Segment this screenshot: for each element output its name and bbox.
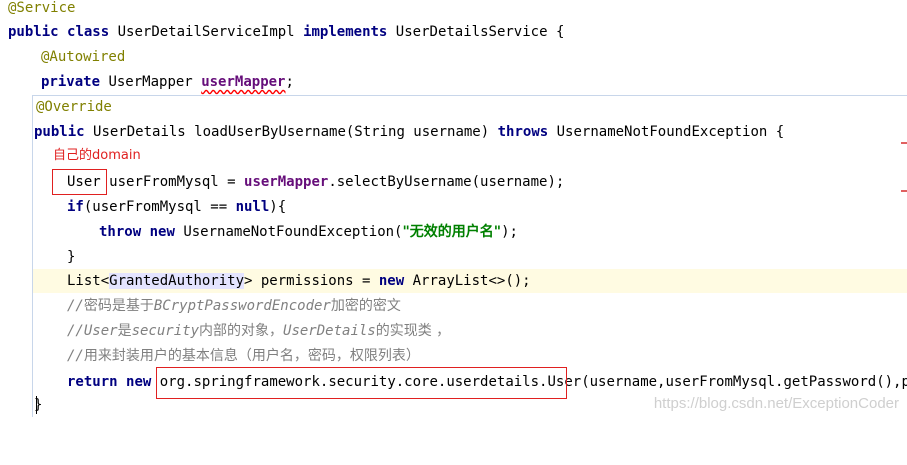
open-brace: { — [555, 24, 565, 40]
code-line-11: } — [0, 245, 907, 269]
watermark: https://blog.csdn.net/ExceptionCoder — [653, 395, 899, 412]
method-signature: UserDetails loadUserByUsername(String us… — [93, 124, 490, 140]
text-caret — [36, 396, 37, 414]
comment-line: //密码是基于BCryptPasswordEncoder加密的密文 — [67, 298, 401, 314]
type-granted-authority: GrantedAuthority — [109, 273, 245, 289]
keyword-new: new — [149, 224, 175, 240]
code-line-6: public UserDetails loadUserByUsername(St… — [0, 120, 907, 144]
error-stripe-marker[interactable] — [901, 142, 907, 144]
keyword-class: class — [67, 24, 110, 40]
field-type: UserMapper — [108, 74, 193, 90]
interface-name: UserDetailsService — [395, 24, 548, 40]
code-line-9: if(userFromMysql == null){ — [67, 199, 287, 215]
code-line-15: //用来封装用户的基本信息（用户名，密码，权限列表） — [0, 344, 907, 368]
code-line-2: public class UserDetailServiceImpl imple… — [0, 20, 907, 44]
code-line-14: //User是security内部的对象，UserDetails的实现类 ， — [0, 319, 907, 343]
keyword-implements: implements — [303, 24, 388, 40]
field-user-mapper: userMapper — [201, 74, 286, 90]
keyword-null: null — [235, 199, 270, 215]
keyword-return: return — [67, 374, 118, 390]
keyword-new: new — [378, 273, 405, 289]
code-line-13: //密码是基于BCryptPasswordEncoder加密的密文 — [0, 294, 907, 318]
keyword-throws: throws — [497, 124, 549, 140]
code-line-4: private UserMapper userMapper; — [41, 74, 294, 90]
exception-type: UsernameNotFoundException { — [556, 124, 785, 140]
highlight-box-user — [52, 169, 107, 195]
code-line-5: @Override — [0, 95, 907, 119]
code-line-8: User userFromMysql = userMapper.selectBy… — [67, 174, 565, 190]
field-user-mapper-ref: userMapper — [244, 174, 329, 190]
code-line-10: throw new UsernameNotFoundException("无效的… — [99, 224, 518, 240]
close-brace: } — [67, 249, 76, 265]
annotation-override: @Override — [36, 99, 112, 115]
keyword-throw: throw — [99, 224, 142, 240]
code-line-12: List<GrantedAuthority> permissions = new… — [67, 273, 531, 289]
comment-line: //用来封装用户的基本信息（用户名，密码，权限列表） — [67, 348, 420, 364]
keyword-public: public — [8, 24, 59, 40]
keyword-if: if — [67, 199, 84, 215]
annotation-note: 自己的domain — [53, 148, 141, 163]
class-name: UserDetailServiceImpl — [117, 24, 295, 40]
annotation-autowired: @Autowired — [41, 49, 126, 65]
comment-line: //User是security内部的对象，UserDetails的实现类 ， — [67, 323, 451, 339]
keyword-public: public — [34, 124, 85, 140]
code-editor[interactable]: @Service public class UserDetailServiceI… — [0, 0, 907, 417]
string-literal: "无效的用户名" — [402, 224, 502, 240]
code-line-3: @Autowired — [0, 45, 907, 69]
keyword-private: private — [41, 74, 101, 90]
annotation-service: @Service — [8, 0, 76, 16]
keyword-new: new — [126, 374, 152, 390]
code-line-1: @Service — [0, 0, 907, 20]
error-stripe-marker-2[interactable] — [901, 190, 907, 192]
